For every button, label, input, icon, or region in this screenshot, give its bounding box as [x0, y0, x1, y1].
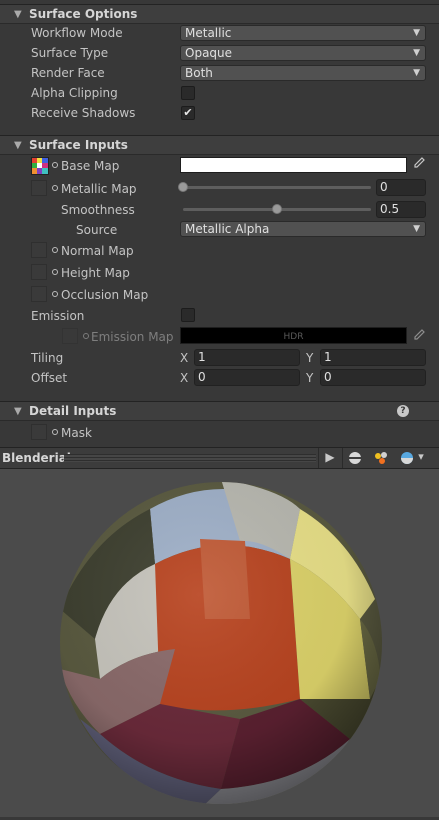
preview-toolbar: Blenderial ▶ ▾: [0, 447, 439, 469]
render-face-label: Render Face: [31, 66, 105, 80]
height-map-label: Height Map: [61, 266, 130, 280]
eyedropper-icon[interactable]: [411, 157, 427, 172]
texture-picker-dot-icon[interactable]: [52, 185, 58, 191]
base-map-label: Base Map: [61, 159, 120, 173]
background-sphere-icon[interactable]: [400, 451, 414, 468]
tiling-label: Tiling: [31, 351, 64, 365]
surface-inputs-header[interactable]: ▼ Surface Inputs: [0, 135, 439, 155]
tiling-x-field[interactable]: 1: [194, 349, 300, 366]
texture-picker-dot-icon[interactable]: [52, 269, 58, 275]
receive-shadows-label: Receive Shadows: [31, 106, 136, 120]
detail-inputs-header[interactable]: ▼ Detail Inputs ?: [0, 401, 439, 421]
source-dropdown[interactable]: Metallic Alpha ▼: [180, 221, 426, 237]
foldout-arrow-icon[interactable]: ▼: [14, 9, 22, 20]
metallic-value: 0: [380, 180, 388, 194]
mask-texture-slot[interactable]: [31, 424, 47, 440]
play-icon[interactable]: ▶: [322, 450, 338, 464]
receive-shadows-checkbox[interactable]: ✔: [181, 106, 195, 120]
offset-label: Offset: [31, 371, 68, 385]
tiling-y-value: 1: [324, 350, 332, 364]
height-map-texture-slot[interactable]: [31, 264, 47, 280]
texture-thumbnail-icon: [32, 158, 48, 174]
material-preview[interactable]: [0, 469, 439, 817]
alpha-clipping-checkbox[interactable]: [181, 86, 195, 100]
tiling-y-label: Y: [306, 351, 314, 365]
checkmark-icon: ✔: [183, 106, 193, 119]
smoothness-slider-handle[interactable]: [272, 204, 282, 214]
metallic-slider-handle[interactable]: [178, 182, 188, 192]
texture-picker-dot-icon[interactable]: [52, 162, 58, 168]
render-face-dropdown[interactable]: Both ▼: [180, 65, 426, 81]
detail-inputs-title: Detail Inputs: [29, 404, 117, 418]
toolbar-divider: [318, 448, 319, 468]
tiling-y-field[interactable]: 1: [320, 349, 426, 366]
base-map-color-field[interactable]: [180, 157, 407, 173]
hdr-label: HDR: [283, 332, 304, 342]
base-map-texture-thumbnail[interactable]: [31, 157, 49, 175]
surface-options-header[interactable]: ▼ Surface Options: [0, 4, 439, 24]
surface-type-dropdown[interactable]: Opaque ▼: [180, 45, 426, 61]
offset-y-label: Y: [306, 371, 314, 385]
offset-y-field[interactable]: 0: [320, 369, 426, 386]
mask-label: Mask: [61, 426, 92, 440]
eyedropper-icon[interactable]: [411, 329, 427, 344]
metallic-map-texture-slot[interactable]: [31, 180, 47, 196]
smoothness-label: Smoothness: [61, 203, 135, 217]
render-face-value: Both: [185, 66, 213, 80]
metallic-map-label: Metallic Map: [61, 182, 137, 196]
tiling-x-value: 1: [198, 350, 206, 364]
normal-map-label: Normal Map: [61, 244, 134, 258]
emission-map-label: Emission Map: [91, 330, 174, 344]
source-label: Source: [76, 223, 118, 237]
surface-type-value: Opaque: [185, 46, 233, 60]
surface-inputs-title: Surface Inputs: [29, 138, 128, 152]
texture-picker-dot-icon[interactable]: [52, 291, 58, 297]
offset-x-field[interactable]: 0: [194, 369, 300, 386]
texture-picker-dot-icon[interactable]: [83, 333, 89, 339]
emission-color-field[interactable]: HDR: [180, 327, 407, 344]
preview-title[interactable]: Blenderial: [2, 451, 71, 465]
dropdown-arrow-icon: ▼: [413, 68, 420, 78]
emission-map-texture-slot[interactable]: [62, 328, 78, 344]
workflow-mode-value: Metallic: [185, 26, 232, 40]
normal-map-texture-slot[interactable]: [31, 242, 47, 258]
foldout-arrow-icon[interactable]: ▼: [14, 406, 22, 417]
smoothness-value-field[interactable]: 0.5: [376, 201, 426, 218]
tiling-x-label: X: [180, 351, 189, 365]
dropdown-arrow-icon: ▼: [413, 224, 420, 234]
source-value: Metallic Alpha: [185, 222, 270, 236]
texture-picker-dot-icon[interactable]: [52, 429, 58, 435]
material-sphere-preview: [60, 482, 382, 804]
surface-options-title: Surface Options: [29, 7, 138, 21]
dropdown-arrow-icon: ▼: [413, 48, 420, 58]
emission-label: Emission: [31, 309, 85, 323]
drag-handle[interactable]: [64, 454, 316, 462]
metallic-value-field[interactable]: 0: [376, 179, 426, 196]
help-icon[interactable]: ?: [397, 405, 409, 417]
metallic-slider-track[interactable]: [183, 186, 371, 189]
offset-y-value: 0: [324, 370, 332, 384]
foldout-arrow-icon[interactable]: ▼: [14, 140, 22, 151]
workflow-mode-label: Workflow Mode: [31, 26, 123, 40]
offset-x-label: X: [180, 371, 189, 385]
occlusion-map-label: Occlusion Map: [61, 288, 149, 302]
dropdown-arrow-icon: ▼: [413, 28, 420, 38]
toolbar-divider: [342, 448, 343, 468]
alpha-clipping-label: Alpha Clipping: [31, 86, 118, 100]
texture-picker-dot-icon[interactable]: [52, 247, 58, 253]
emission-checkbox[interactable]: [181, 308, 195, 322]
lights-icon[interactable]: [373, 450, 389, 469]
workflow-mode-dropdown[interactable]: Metallic ▼: [180, 25, 426, 41]
occlusion-map-texture-slot[interactable]: [31, 286, 47, 302]
smoothness-value: 0.5: [380, 202, 400, 216]
offset-x-value: 0: [198, 370, 206, 384]
preview-mesh-sphere-icon[interactable]: [348, 451, 362, 468]
dropdown-arrow-icon[interactable]: ▾: [416, 450, 426, 463]
surface-type-label: Surface Type: [31, 46, 109, 60]
